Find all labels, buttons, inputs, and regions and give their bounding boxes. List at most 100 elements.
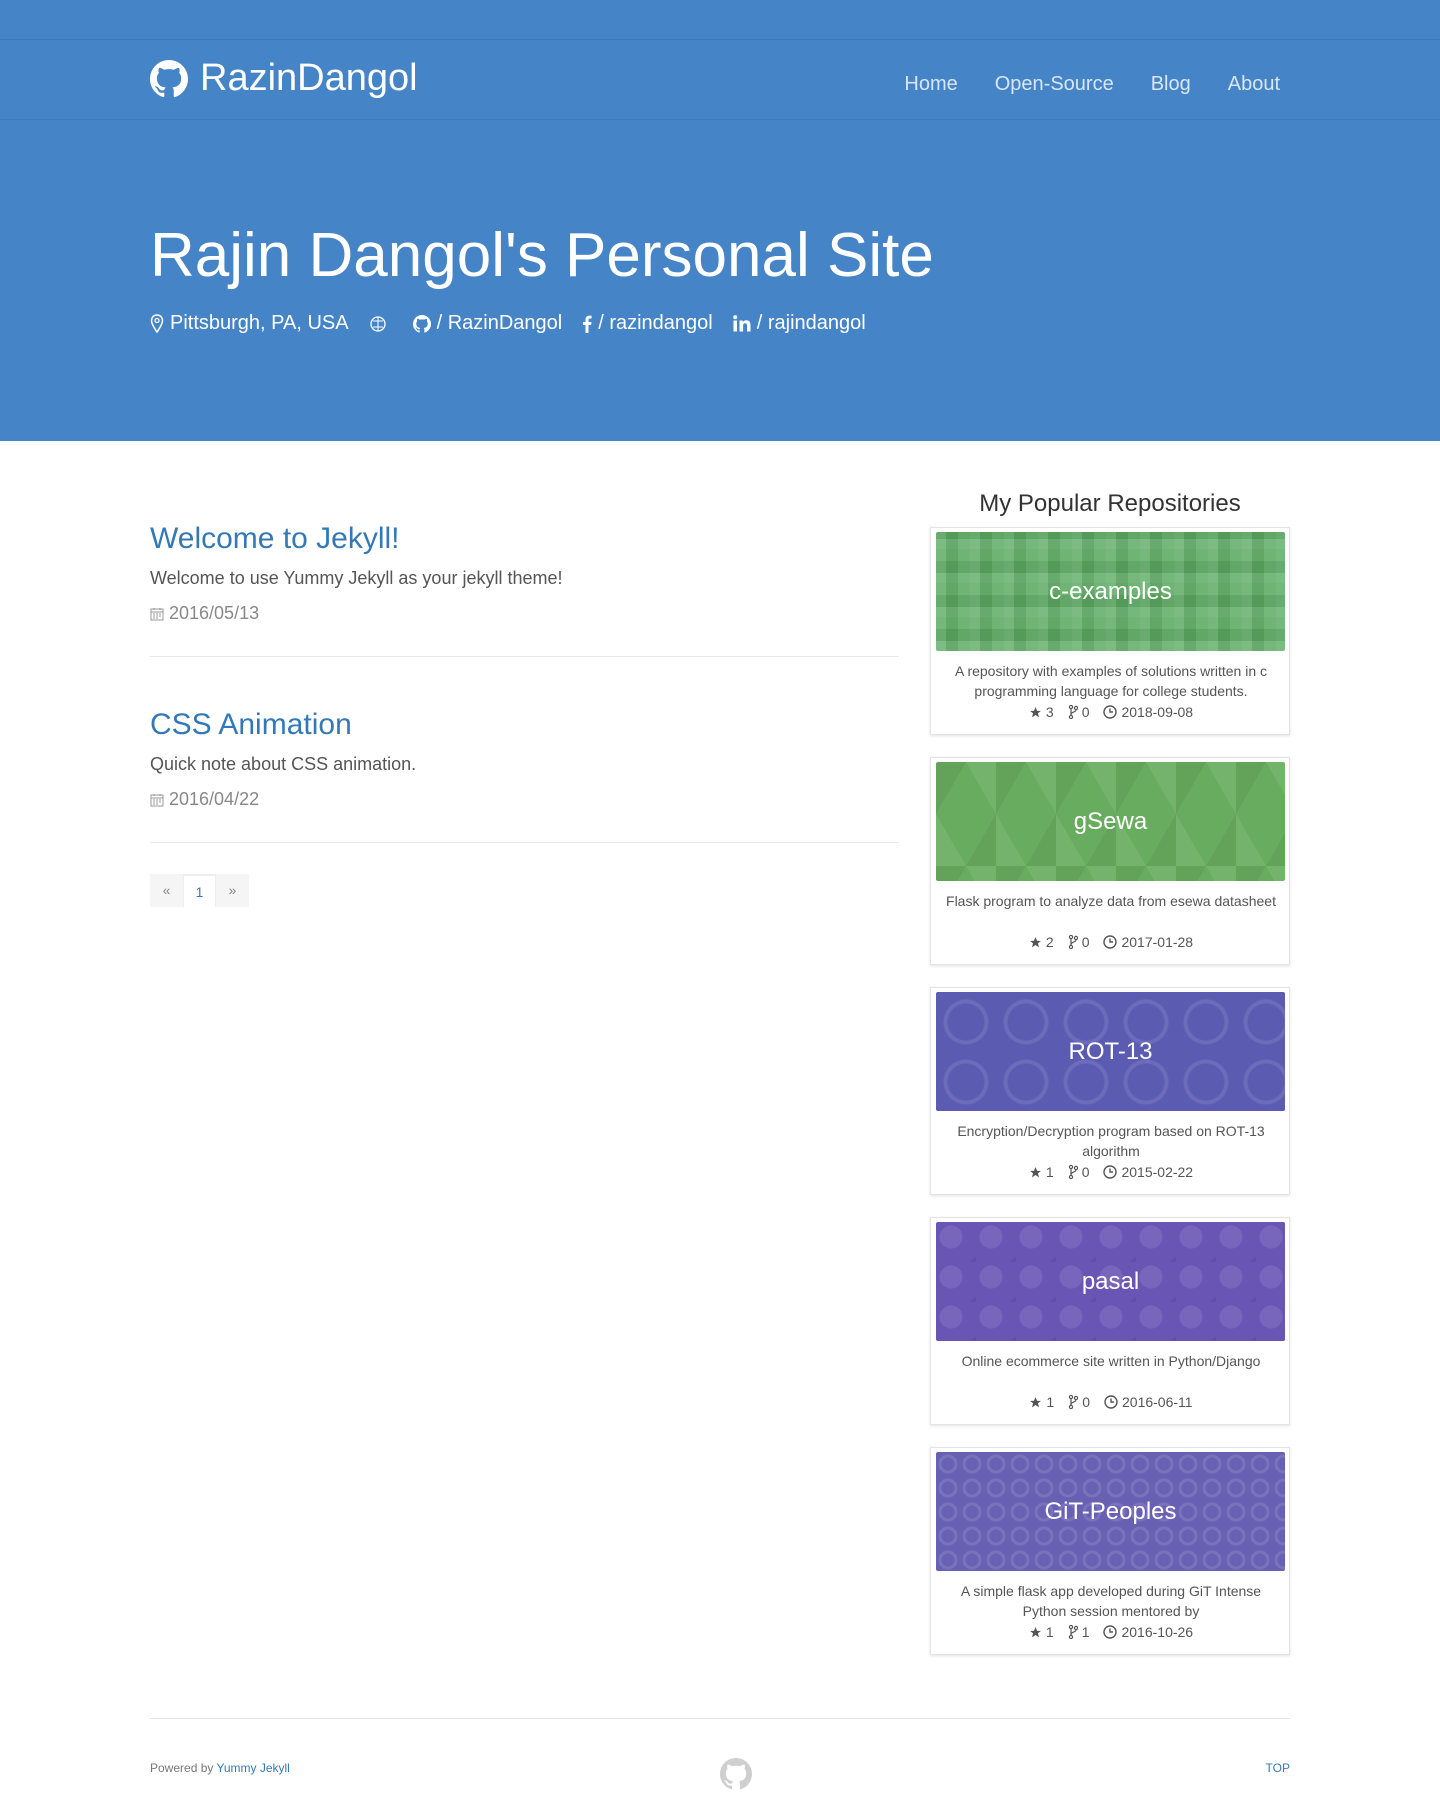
repo-description: Encryption/Decryption program based on R… [957, 1123, 1265, 1159]
repo-forks: 0 [1081, 1164, 1090, 1180]
fork-icon [1068, 1625, 1078, 1639]
repo-meta: 3 0 2018-09-08 [931, 704, 1291, 720]
star-icon [1029, 1166, 1041, 1177]
repo-card[interactable]: ROT-13 Encryption/Decryption program bas… [930, 987, 1290, 1195]
post-date: 2016/05/13 [150, 603, 899, 624]
footer-theme-link[interactable]: Yummy Jekyll [217, 1761, 290, 1775]
repo-name: c-examples [1049, 577, 1172, 605]
post-divider [150, 842, 899, 843]
brain-icon [369, 315, 386, 332]
star-icon [1030, 1396, 1042, 1407]
linkedin-handle: / rajindangol [756, 312, 866, 334]
repo-date: 2018-09-08 [1121, 704, 1194, 720]
location: Pittsburgh, PA, USA [150, 312, 349, 335]
repo-card[interactable]: pasal Online ecommerce site written in P… [930, 1217, 1290, 1425]
repo-description: A simple flask app developed during GiT … [960, 1583, 1262, 1619]
post-title[interactable]: Welcome to Jekyll! [150, 522, 899, 556]
repo-banner[interactable]: gSewa [936, 762, 1285, 881]
post-item: Welcome to Jekyll! Welcome to use Yummy … [150, 522, 899, 624]
github-link[interactable]: / RazinDangol [412, 312, 563, 335]
repo-date: 2017-01-28 [1121, 934, 1194, 950]
facebook-link[interactable]: / razindangol [582, 312, 713, 335]
footer-github-link[interactable] [720, 1758, 752, 1795]
brand-name: RazinDangol [200, 57, 418, 99]
pagination-next[interactable]: » [216, 874, 249, 907]
repo-card[interactable]: GiT-Peoples A simple flask app developed… [930, 1447, 1290, 1655]
repo-date: 2016-06-11 [1122, 1394, 1193, 1410]
github-icon [150, 59, 188, 97]
repo-banner[interactable]: c-examples [936, 532, 1285, 651]
github-handle: / RazinDangol [436, 312, 563, 334]
repo-forks: 1 [1081, 1624, 1090, 1640]
facebook-handle: / razindangol [598, 312, 713, 334]
fork-icon [1068, 1165, 1078, 1179]
back-to-top-link[interactable]: TOP [1266, 1761, 1290, 1775]
clock-icon [1104, 1395, 1118, 1409]
top-strip [0, 0, 1440, 40]
repo-forks: 0 [1082, 1394, 1090, 1410]
brand-link[interactable]: RazinDangol [150, 57, 418, 100]
repo-card[interactable]: c-examples A repository with examples of… [930, 527, 1290, 735]
repo-card[interactable]: gSewa Flask program to analyze data from… [930, 757, 1290, 965]
repo-forks: 0 [1081, 704, 1090, 720]
sidebar-title: My Popular Repositories [979, 490, 1241, 517]
repo-meta: 1 0 2015-02-22 [931, 1164, 1291, 1180]
pagination-page-1[interactable]: 1 [183, 874, 216, 907]
repo-banner[interactable]: pasal [936, 1222, 1285, 1341]
facebook-icon [583, 315, 592, 333]
star-icon [1029, 936, 1041, 947]
post-excerpt: Quick note about CSS animation. [150, 754, 417, 774]
footer-credit: Powered by Yummy Jekyll [150, 1761, 290, 1775]
repo-description: A repository with examples of solutions … [954, 663, 1268, 699]
repo-banner[interactable]: ROT-13 [936, 992, 1285, 1111]
footer-powered-text: Powered by [150, 1761, 214, 1775]
site-title: Rajin Dangol's Personal Site [150, 221, 934, 290]
repo-description: Online ecommerce site written in Python/… [961, 1353, 1261, 1369]
github-icon [720, 1758, 752, 1790]
post-excerpt: Welcome to use Yummy Jekyll as your jeky… [150, 568, 563, 588]
brain-link[interactable] [369, 315, 393, 333]
hero-links: Pittsburgh, PA, USA / RazinDangol / razi… [150, 312, 886, 335]
repo-stars: 1 [1046, 1394, 1055, 1410]
repo-meta: 2 0 2017-01-28 [931, 934, 1291, 950]
repo-date: 2016-10-26 [1121, 1624, 1194, 1640]
pagination: « 1 » [150, 874, 249, 907]
repo-meta: 1 1 2016-10-26 [931, 1624, 1291, 1640]
repo-stars: 2 [1045, 934, 1054, 950]
location-pin-icon [150, 313, 164, 333]
post-title[interactable]: CSS Animation [150, 708, 899, 742]
main-nav: Home Open-Source Blog About [867, 73, 1280, 96]
repo-stars: 3 [1045, 704, 1054, 720]
repo-banner[interactable]: GiT-Peoples [936, 1452, 1285, 1571]
nav-home[interactable]: Home [904, 73, 957, 96]
footer-divider [150, 1718, 1290, 1719]
linkedin-link[interactable]: / rajindangol [733, 312, 866, 335]
repo-description: Flask program to analyze data from esewa… [946, 893, 1276, 909]
fork-icon [1068, 935, 1078, 949]
repo-stars: 1 [1045, 1164, 1054, 1180]
post-date-text: 2016/04/22 [169, 789, 260, 809]
repo-stars: 1 [1045, 1624, 1054, 1640]
star-icon [1029, 706, 1041, 717]
calendar-icon [150, 607, 164, 620]
linkedin-icon [733, 315, 751, 332]
repo-name: GiT-Peoples [1044, 1497, 1177, 1525]
location-text: Pittsburgh, PA, USA [170, 312, 349, 334]
post-date: 2016/04/22 [150, 789, 899, 810]
pagination-prev[interactable]: « [150, 874, 183, 907]
navbar: RazinDangol Home Open-Source Blog About [0, 40, 1440, 120]
clock-icon [1103, 1625, 1118, 1639]
repo-meta: 1 0 2016-06-11 [931, 1394, 1291, 1410]
fork-icon [1068, 705, 1078, 719]
clock-icon [1103, 935, 1118, 949]
nav-blog[interactable]: Blog [1151, 73, 1191, 96]
fork-icon [1069, 1395, 1079, 1409]
post-divider [150, 656, 899, 657]
clock-icon [1103, 1165, 1118, 1179]
nav-open-source[interactable]: Open-Source [995, 73, 1114, 96]
repo-name: ROT-13 [1068, 1037, 1153, 1065]
clock-icon [1103, 705, 1118, 719]
post-item: CSS Animation Quick note about CSS anima… [150, 708, 899, 810]
nav-about[interactable]: About [1228, 73, 1280, 96]
repo-date: 2015-02-22 [1121, 1164, 1194, 1180]
